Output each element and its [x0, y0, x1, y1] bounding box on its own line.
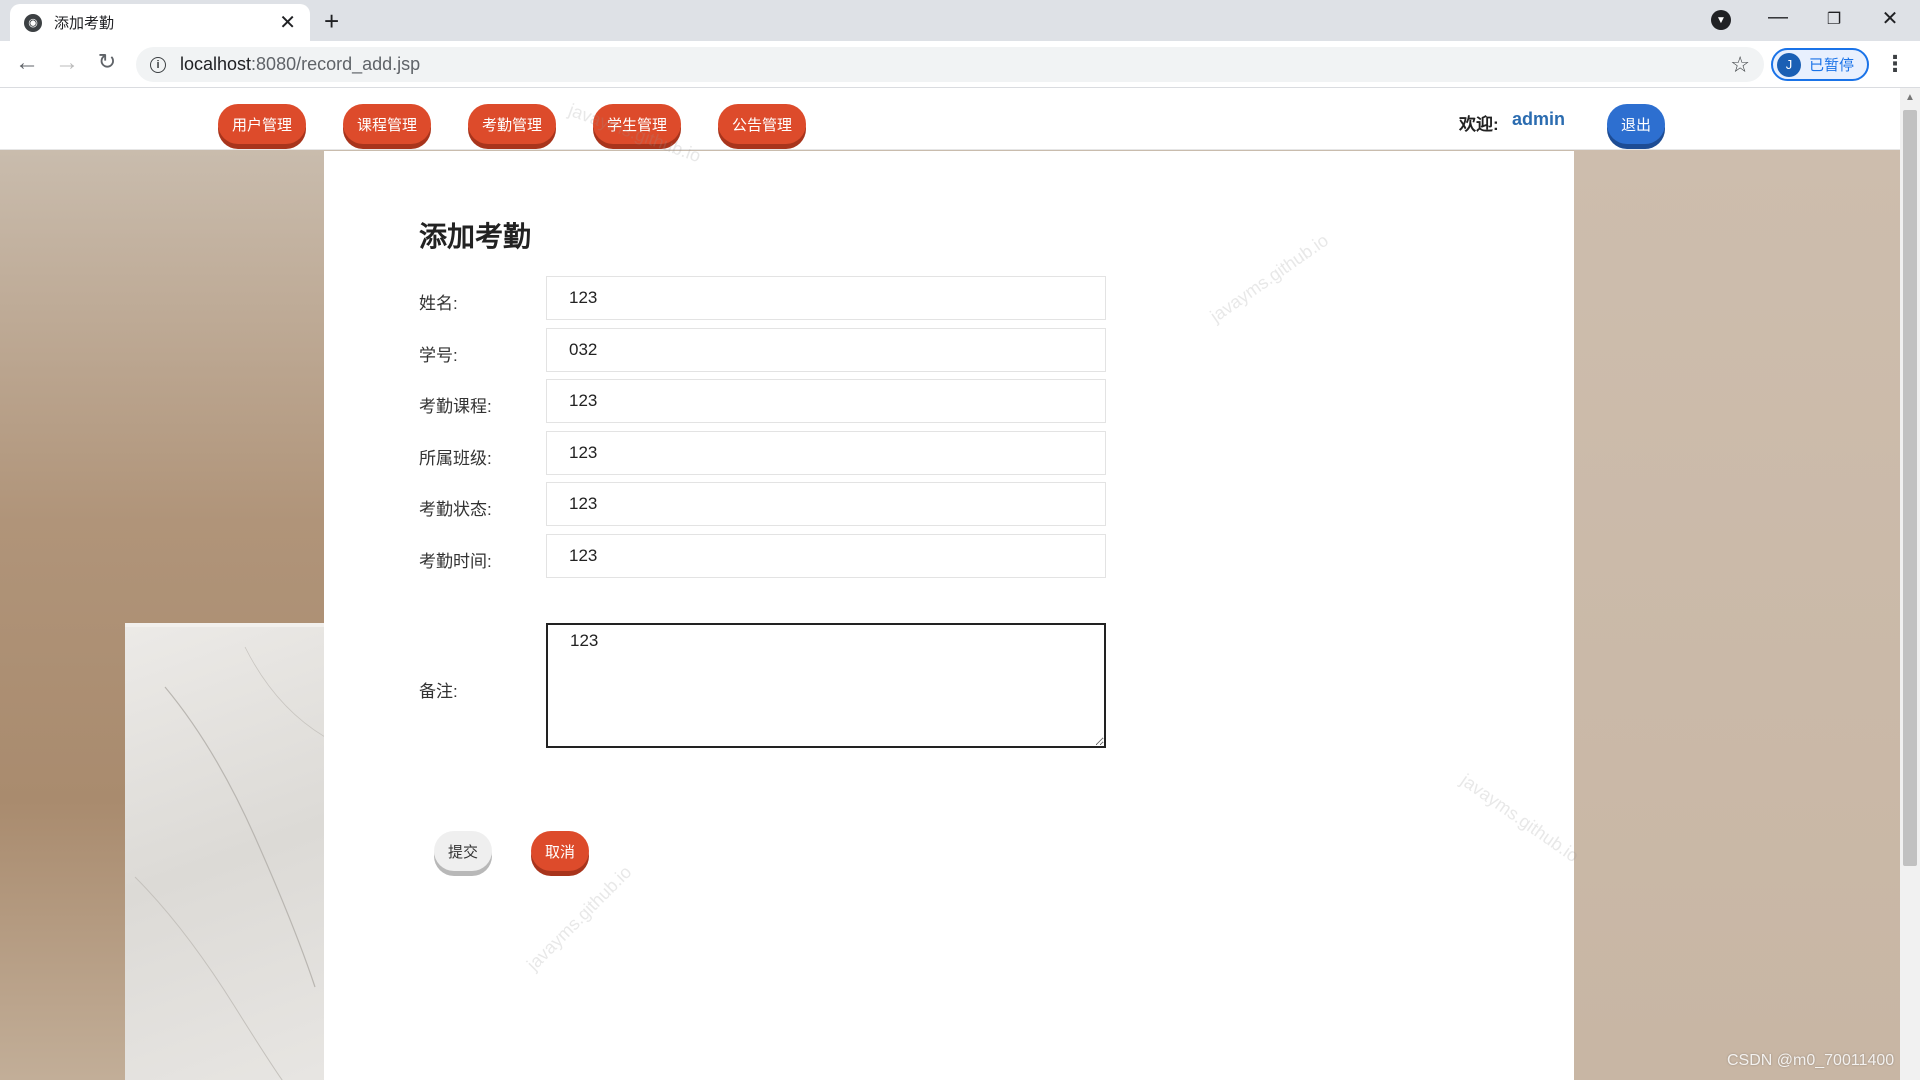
marble-block-image — [125, 623, 325, 1080]
page-scrollbar[interactable]: ▲ — [1900, 88, 1920, 1080]
nav-attendance-management[interactable]: 考勤管理 — [468, 104, 556, 144]
browser-toolbar: ← → ↻ i localhost:8080/record_add.jsp ☆ … — [0, 41, 1920, 88]
top-navigation: 用户管理 课程管理 考勤管理 学生管理 公告管理 欢迎: admin 退出 — [0, 88, 1900, 150]
scroll-thumb[interactable] — [1903, 110, 1917, 866]
minimize-icon[interactable]: — — [1758, 6, 1798, 29]
back-icon[interactable]: ← — [12, 49, 42, 77]
status-input[interactable] — [546, 482, 1106, 526]
time-input[interactable] — [546, 534, 1106, 578]
address-bar[interactable]: i localhost:8080/record_add.jsp ☆ — [136, 47, 1764, 82]
tab-search-icon[interactable]: ▼ — [1711, 10, 1731, 30]
avatar: J — [1777, 52, 1801, 77]
profile-button[interactable]: J 已暂停 — [1771, 48, 1869, 81]
class-label: 所属班级: — [419, 449, 492, 468]
forward-icon[interactable]: → — [52, 49, 82, 77]
bookmark-star-icon[interactable]: ☆ — [1730, 52, 1750, 78]
name-label: 姓名: — [419, 294, 458, 313]
course-input[interactable] — [546, 379, 1106, 423]
course-label: 考勤课程: — [419, 397, 492, 416]
student-id-input[interactable] — [546, 328, 1106, 372]
nav-course-management[interactable]: 课程管理 — [343, 104, 431, 144]
status-label: 考勤状态: — [419, 500, 492, 519]
time-label: 考勤时间: — [419, 552, 492, 571]
site-info-icon[interactable]: i — [150, 56, 166, 73]
profile-status: 已暂停 — [1809, 57, 1855, 74]
tab-title: 添加考勤 — [54, 15, 115, 32]
nav-notice-management[interactable]: 公告管理 — [718, 104, 806, 144]
cancel-button[interactable]: 取消 — [531, 831, 589, 871]
reload-icon[interactable]: ↻ — [92, 49, 122, 75]
globe-icon: ◉ — [24, 13, 42, 32]
page-title: 添加考勤 — [419, 221, 532, 252]
credit-text: CSDN @m0_70011400 — [1727, 1052, 1895, 1069]
welcome-username: admin — [1512, 109, 1566, 129]
name-input[interactable] — [546, 276, 1106, 320]
background-right — [1574, 150, 1900, 1080]
browser-tab[interactable]: ◉ 添加考勤 ✕ — [10, 4, 310, 41]
logout-button[interactable]: 退出 — [1607, 104, 1665, 144]
submit-button[interactable]: 提交 — [434, 831, 492, 871]
page-viewport: 用户管理 课程管理 考勤管理 学生管理 公告管理 欢迎: admin 退出 添加… — [0, 88, 1900, 1080]
tab-strip: ◉ 添加考勤 ✕ + ▼ — ❐ ✕ — [0, 0, 1920, 41]
scroll-up-arrow-icon[interactable]: ▲ — [1905, 92, 1915, 103]
close-window-icon[interactable]: ✕ — [1870, 6, 1910, 31]
url-text: localhost:8080/record_add.jsp — [180, 54, 421, 74]
remark-label: 备注: — [419, 682, 458, 701]
welcome-label: 欢迎: — [1459, 115, 1499, 134]
form-panel: 添加考勤 姓名: 学号: 考勤课程: 所属班级: 考勤状态: 考勤时间: 备注:… — [324, 151, 1574, 1080]
class-input[interactable] — [546, 431, 1106, 475]
restore-icon[interactable]: ❐ — [1814, 9, 1854, 29]
more-menu-icon[interactable]: ⋮ — [1884, 51, 1906, 77]
marble-veins — [134, 646, 325, 1080]
new-tab-button[interactable]: + — [324, 6, 339, 37]
remark-textarea[interactable]: 123 — [546, 623, 1106, 748]
close-tab-icon[interactable]: ✕ — [279, 13, 296, 33]
student-id-label: 学号: — [419, 346, 458, 365]
nav-user-management[interactable]: 用户管理 — [218, 104, 306, 144]
